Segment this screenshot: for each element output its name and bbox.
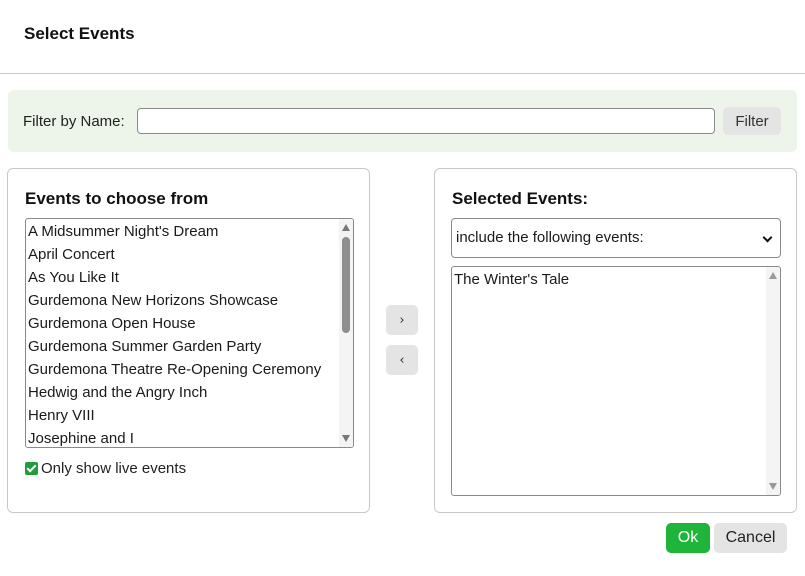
add-event-button[interactable]: › (386, 305, 418, 335)
scrollbar-thumb[interactable] (342, 237, 350, 333)
live-events-label: Only show live events (41, 460, 187, 477)
list-item[interactable]: As You Like It (26, 266, 353, 289)
list-item[interactable]: Henry VIII (26, 404, 353, 427)
scroll-down-arrow-icon[interactable] (342, 435, 350, 442)
chevron-right-icon: › (399, 312, 405, 328)
list-item[interactable]: The Winter's Tale (452, 268, 780, 291)
list-item[interactable]: Hedwig and the Angry Inch (26, 381, 353, 404)
list-item[interactable]: Gurdemona Theatre Re-Opening Ceremony (26, 358, 353, 381)
filter-label: Filter by Name: (23, 113, 125, 130)
live-events-checkbox[interactable] (25, 462, 38, 475)
selected-events-list[interactable]: The Winter's Tale (451, 266, 781, 496)
list-item[interactable]: April Concert (26, 243, 353, 266)
scroll-down-arrow-icon[interactable] (769, 483, 777, 490)
scroll-up-arrow-icon[interactable] (769, 272, 777, 279)
filter-name-input[interactable] (137, 108, 715, 134)
events-to-choose-panel: Events to choose from A Midsummer Night'… (7, 168, 370, 513)
chevron-down-icon (762, 232, 773, 243)
scroll-up-arrow-icon[interactable] (342, 224, 350, 231)
remove-event-button[interactable]: ‹ (386, 345, 418, 375)
available-events-scrollbar[interactable] (339, 219, 353, 447)
list-item[interactable]: Gurdemona New Horizons Showcase (26, 289, 353, 312)
cancel-button[interactable]: Cancel (714, 523, 787, 553)
list-item[interactable]: Josephine and I (26, 427, 353, 447)
events-to-choose-heading: Events to choose from (25, 189, 209, 208)
list-item[interactable]: Gurdemona Summer Garden Party (26, 335, 353, 358)
filter-button[interactable]: Filter (723, 107, 781, 135)
filter-bar: Filter by Name: Filter (8, 90, 797, 152)
dialog-title: Select Events (24, 24, 135, 43)
ok-button[interactable]: Ok (666, 523, 710, 553)
available-events-list[interactable]: A Midsummer Night's Dream April Concert … (25, 218, 354, 448)
list-item[interactable]: A Midsummer Night's Dream (26, 220, 353, 243)
selection-mode-select[interactable]: include the following events: (451, 218, 781, 258)
selection-mode-value: include the following events: (456, 229, 644, 246)
title-divider (0, 73, 805, 74)
selected-events-panel: Selected Events: include the following e… (434, 168, 797, 513)
chevron-left-icon: ‹ (399, 352, 405, 368)
list-item[interactable]: Gurdemona Open House (26, 312, 353, 335)
selected-events-scrollbar[interactable] (766, 267, 780, 495)
live-events-checkbox-row[interactable]: Only show live events (25, 460, 186, 477)
selected-events-heading: Selected Events: (452, 189, 589, 208)
